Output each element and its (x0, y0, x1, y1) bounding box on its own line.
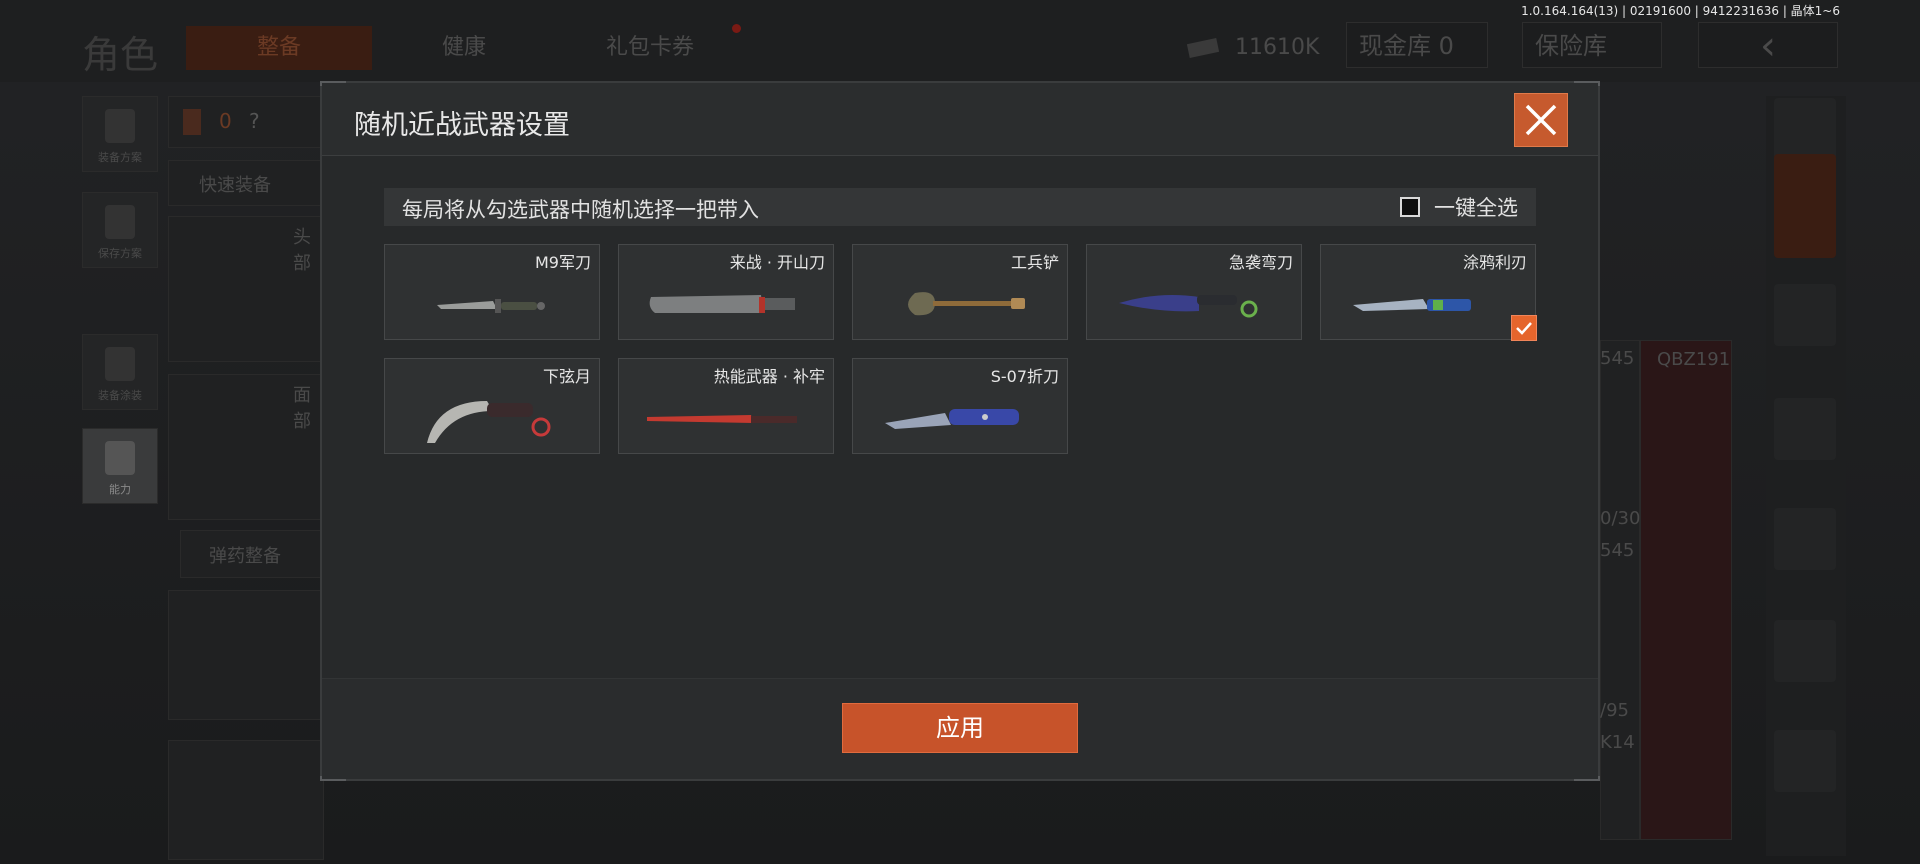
weapon-column (1600, 340, 1640, 840)
currency-display: 11610K (1186, 28, 1320, 68)
rail-item-rifle[interactable] (1774, 398, 1836, 460)
weapon-card-machete[interactable]: 来战 · 开山刀 (618, 244, 834, 340)
lightning-icon (105, 441, 135, 475)
version-text: 1.0.164.164(13) | 02191600 | 9412231636 … (1521, 4, 1840, 18)
modal-header: 随机近战武器设置 (322, 83, 1598, 156)
weapon-name: 来战 · 开山刀 (729, 253, 825, 272)
ammo-equip-label: 弹药整备 (209, 546, 281, 567)
vest-icon (105, 109, 135, 143)
armor-icon (183, 109, 201, 135)
left-menu-label: 能力 (109, 483, 131, 496)
armor-panel: 0 ? (168, 96, 324, 148)
quick-equip-button[interactable]: 快速装备 (168, 160, 324, 206)
weapon-name: 工兵铲 (1010, 253, 1059, 272)
banner-text: 每局将从勾选武器中随机选择一把带入 (402, 198, 759, 222)
random-melee-modal: 随机近战武器设置 每局将从勾选武器中随机选择一把带入 一键全选 M9军刀 来战 … (320, 81, 1600, 781)
rail-item-ammo[interactable] (1774, 620, 1836, 682)
rail-item-active[interactable] (1774, 154, 1836, 258)
left-menu-label: 保存方案 (98, 247, 142, 260)
weapon-card-m9[interactable]: M9军刀 (384, 244, 600, 340)
tab-gift[interactable]: 礼包卡券 (580, 26, 720, 70)
left-menu-label: 装备方案 (98, 151, 142, 164)
cash-vault-button[interactable]: 现金库 0 (1346, 22, 1488, 68)
shovel-icon (908, 292, 1025, 316)
weapon-name: M9军刀 (535, 253, 591, 272)
head-slot-label: 头部 (293, 227, 311, 274)
left-menu-save-plan[interactable]: 保存方案 (82, 192, 158, 268)
weapon-card-graffiti-blade[interactable]: 涂鸦利刃 (1320, 244, 1537, 341)
weapon-name: S-07折刀 (990, 367, 1059, 386)
weapon-slot-qbz191[interactable]: QBZ191 (1640, 340, 1732, 840)
graffiti-blade-icon (1353, 299, 1471, 311)
armor-count: 0 (219, 109, 232, 133)
close-icon (1525, 104, 1557, 136)
weapon-card-shovel[interactable]: 工兵铲 (852, 244, 1068, 340)
close-button[interactable] (1514, 93, 1568, 147)
helmet-icon (105, 347, 135, 381)
cash-vault-label: 现金库 0 (1359, 32, 1454, 60)
ammo-equip-button[interactable]: 弹药整备 (180, 530, 324, 578)
weapon-label: 0/30 (1600, 508, 1641, 529)
machete-icon (649, 295, 795, 313)
left-menu-skin[interactable]: 装备涂装 (82, 334, 158, 410)
weapon-name: 涂鸦利刃 (1462, 253, 1527, 272)
quick-equip-label: 快速装备 (199, 175, 271, 196)
select-all-label: 一键全选 (1434, 196, 1518, 220)
download-icon (105, 205, 135, 239)
apply-button[interactable]: 应用 (842, 703, 1078, 753)
rail-item-accessory[interactable] (1774, 730, 1836, 792)
currency-amount: 11610K (1235, 35, 1320, 60)
notification-dot (732, 24, 741, 33)
weapon-label: 545 (1600, 540, 1635, 561)
curved-blade-icon (1119, 295, 1258, 318)
select-all-toggle[interactable]: 一键全选 (1400, 193, 1518, 221)
karambit-icon (427, 401, 551, 443)
weapon-label: /95 (1600, 700, 1629, 721)
modal-title: 随机近战武器设置 (354, 110, 570, 141)
face-slot[interactable]: 面部 (168, 374, 324, 520)
safe-vault-button[interactable]: 保险库 (1522, 22, 1662, 68)
rail-item-stack[interactable] (1774, 98, 1836, 160)
safe-vault-label: 保险库 (1535, 32, 1607, 60)
thermal-blade-icon (647, 415, 797, 423)
weapon-checkbox-checked[interactable] (1511, 315, 1537, 341)
help-icon[interactable]: ? (249, 109, 260, 133)
left-menu-ability[interactable]: 能力 (82, 428, 158, 504)
weapon-label: QBZ191 (1657, 349, 1731, 370)
left-menu-label: 装备涂装 (98, 389, 142, 402)
slot-panel (168, 590, 324, 720)
left-menu-equip-plan[interactable]: 装备方案 (82, 96, 158, 172)
rail-item-magazine[interactable] (1774, 508, 1836, 570)
page-title: 角色 (82, 33, 159, 77)
head-slot[interactable]: 头部 (168, 216, 324, 362)
weapon-label: K14 (1600, 732, 1635, 753)
back-button[interactable]: ‹ (1698, 22, 1838, 69)
weapon-card-s07[interactable]: S-07折刀 (852, 358, 1068, 454)
weapon-name: 急袭弯刀 (1228, 253, 1293, 272)
weapon-name: 下弦月 (542, 367, 591, 386)
cash-icon (1186, 38, 1220, 58)
modal-footer: 应用 (322, 678, 1598, 779)
weapon-card-karambit[interactable]: 下弦月 (384, 358, 600, 454)
back-arrow-icon: ‹ (1760, 23, 1776, 69)
face-slot-label: 面部 (293, 385, 311, 432)
rail-item-armor[interactable] (1774, 284, 1836, 346)
check-icon (1516, 322, 1532, 335)
weapon-label: 545 (1600, 348, 1635, 369)
tab-equip[interactable]: 整备 (186, 26, 372, 70)
folding-knife-icon (885, 409, 1019, 429)
info-banner: 每局将从勾选武器中随机选择一把带入 一键全选 (384, 188, 1536, 226)
select-all-checkbox[interactable] (1400, 197, 1420, 217)
weapon-card-raid-blade[interactable]: 急袭弯刀 (1086, 244, 1302, 340)
slot-panel (168, 740, 324, 860)
weapon-name: 热能武器 · 补牢 (713, 367, 825, 386)
m9-knife-icon (437, 299, 545, 313)
weapon-card-thermal-weapon[interactable]: 热能武器 · 补牢 (618, 358, 834, 454)
tab-health[interactable]: 健康 (404, 26, 524, 70)
